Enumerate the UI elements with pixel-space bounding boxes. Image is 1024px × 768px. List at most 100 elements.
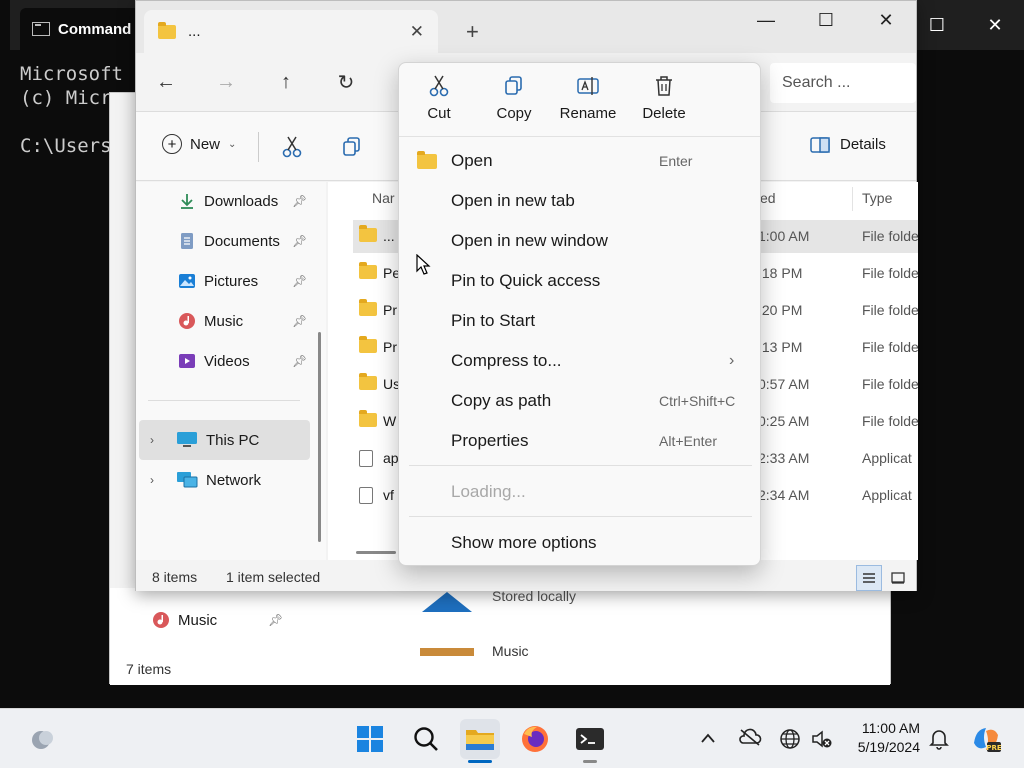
horizontal-scrollbar[interactable] xyxy=(356,551,396,554)
menu-item-open-new-tab[interactable]: Open in new tab xyxy=(399,182,760,220)
nav-item-documents[interactable]: Documents 📌︎ xyxy=(178,229,307,253)
taskbar-clock[interactable]: 11:00 AM 5/19/2024 xyxy=(838,719,920,757)
folder-icon xyxy=(359,410,377,427)
nav-scrollbar[interactable] xyxy=(318,332,321,542)
new-label: New xyxy=(190,135,221,153)
menu-item-open[interactable]: Open Enter xyxy=(399,142,760,180)
onedrive-button[interactable] xyxy=(738,728,762,751)
maximize-button[interactable]: ☐ xyxy=(796,1,856,39)
pin-icon[interactable]: 📌︎ xyxy=(292,274,307,288)
pin-icon[interactable]: 📌︎ xyxy=(292,314,307,328)
chevron-down-icon: ⌄ xyxy=(228,138,237,150)
menu-item-label: Open in new window xyxy=(451,231,608,250)
network-status-button[interactable] xyxy=(779,728,801,755)
forward-button[interactable]: → xyxy=(196,62,256,102)
active-app-indicator xyxy=(468,760,492,763)
music-icon xyxy=(179,313,195,329)
cut-icon xyxy=(429,75,449,97)
terminal-line: (c) Micr xyxy=(20,87,112,109)
close-button[interactable]: ✕ xyxy=(856,1,916,39)
taskbar-file-explorer[interactable] xyxy=(460,719,500,763)
menu-item-label: Compress to... xyxy=(451,351,562,370)
application-file-icon xyxy=(359,487,373,504)
nav-item-downloads[interactable]: Downloads 📌︎ xyxy=(178,189,307,213)
show-hidden-icons-button[interactable] xyxy=(700,728,716,749)
file-name: W xyxy=(383,413,397,429)
start-button[interactable] xyxy=(350,719,390,759)
menu-item-pin-start[interactable]: Pin to Start xyxy=(399,302,760,340)
file-date: :13 PM xyxy=(758,339,803,355)
menu-item-copy-as-path[interactable]: Copy as path Ctrl+Shift+C xyxy=(399,382,760,420)
copy-button[interactable]: Copy xyxy=(477,75,551,122)
pin-icon[interactable]: 📌︎ xyxy=(292,354,307,368)
details-view-button[interactable] xyxy=(856,565,882,591)
copy-icon xyxy=(505,76,522,95)
close-button[interactable]: ✕ xyxy=(966,0,1024,50)
column-header-type[interactable]: Type xyxy=(862,190,892,206)
rename-button[interactable]: Rename xyxy=(551,75,625,122)
column-header-date[interactable]: ed xyxy=(760,190,776,206)
taskbar-firefox[interactable] xyxy=(515,719,555,759)
folder-icon xyxy=(158,21,176,39)
cut-button[interactable]: Cut xyxy=(402,75,476,122)
application-file-icon xyxy=(359,450,373,467)
tiles-view-button[interactable] xyxy=(885,565,911,591)
pin-icon[interactable]: 📌︎ xyxy=(292,194,307,208)
terminal-output[interactable]: Microsoft (c) Micr C:\Users xyxy=(20,62,123,158)
menu-item-shortcut: Ctrl+Shift+C xyxy=(659,393,736,409)
copy-label: Copy xyxy=(496,105,532,122)
file-date: 1:00 AM xyxy=(758,228,810,244)
volume-button[interactable] xyxy=(811,728,833,755)
column-divider[interactable] xyxy=(852,187,853,211)
file-name: Pr xyxy=(383,302,397,318)
new-button[interactable]: + New ⌄ xyxy=(162,134,236,154)
explorer-tab[interactable]: ... ✕ xyxy=(144,10,438,53)
terminal-tab[interactable]: Command xyxy=(20,8,150,50)
nav-item-label: Videos xyxy=(204,352,250,370)
search-icon xyxy=(414,727,438,751)
refresh-button[interactable]: ↻ xyxy=(316,62,376,102)
menu-item-open-new-window[interactable]: Open in new window xyxy=(399,222,760,260)
file-date: 0:57 AM xyxy=(758,376,810,392)
details-pane-button[interactable]: Details xyxy=(810,136,886,153)
widgets-button[interactable] xyxy=(22,719,62,759)
nav-item-label: Pictures xyxy=(204,272,259,290)
nav-item-label: Downloads xyxy=(204,192,279,210)
file-name: Pr xyxy=(383,339,397,355)
search-input[interactable]: Search ... xyxy=(770,63,916,103)
close-tab-icon[interactable]: ✕ xyxy=(410,22,424,42)
cut-icon[interactable] xyxy=(282,136,302,158)
chevron-right-icon[interactable]: › xyxy=(150,473,162,487)
pin-icon[interactable]: 📌︎ xyxy=(292,234,307,248)
nav-item-music[interactable]: Music 📌︎ xyxy=(178,309,307,333)
taskbar-terminal[interactable] xyxy=(570,719,610,763)
minimize-button[interactable]: — xyxy=(736,1,796,39)
notifications-button[interactable] xyxy=(929,728,949,755)
menu-item-pin-quick-access[interactable]: Pin to Quick access xyxy=(399,262,760,300)
cut-label: Cut xyxy=(427,105,451,122)
chevron-right-icon[interactable]: › xyxy=(150,433,162,447)
folder-icon xyxy=(359,336,377,353)
menu-item-show-more[interactable]: Show more options xyxy=(399,524,760,562)
folder-icon xyxy=(417,150,437,169)
nav-item-pictures[interactable]: Pictures 📌︎ xyxy=(178,269,307,293)
nav-item-videos[interactable]: Videos 📌︎ xyxy=(178,349,307,373)
nav-item-network[interactable]: › Network xyxy=(150,468,261,492)
back-button[interactable]: ← xyxy=(136,62,196,102)
column-header-name[interactable]: Nar xyxy=(372,190,395,206)
copilot-button[interactable]: PRE xyxy=(966,719,1006,759)
file-type: File folde xyxy=(862,302,919,318)
music-folder-label[interactable]: Music xyxy=(492,643,529,659)
search-button[interactable] xyxy=(406,719,446,759)
running-app-indicator xyxy=(583,760,597,763)
details-pane-icon xyxy=(810,136,830,153)
delete-button[interactable]: Delete xyxy=(627,75,701,122)
nav-item-this-pc[interactable]: › This PC xyxy=(150,428,259,452)
nav-item-music[interactable]: Music 📌︎ xyxy=(152,611,283,629)
menu-item-compress[interactable]: Compress to... › xyxy=(399,342,760,380)
new-tab-button[interactable]: + xyxy=(466,19,479,45)
menu-item-properties[interactable]: Properties Alt+Enter xyxy=(399,422,760,460)
menu-item-label: Properties xyxy=(451,431,529,450)
up-button[interactable]: ↑ xyxy=(256,62,316,102)
copy-icon[interactable] xyxy=(342,136,362,158)
